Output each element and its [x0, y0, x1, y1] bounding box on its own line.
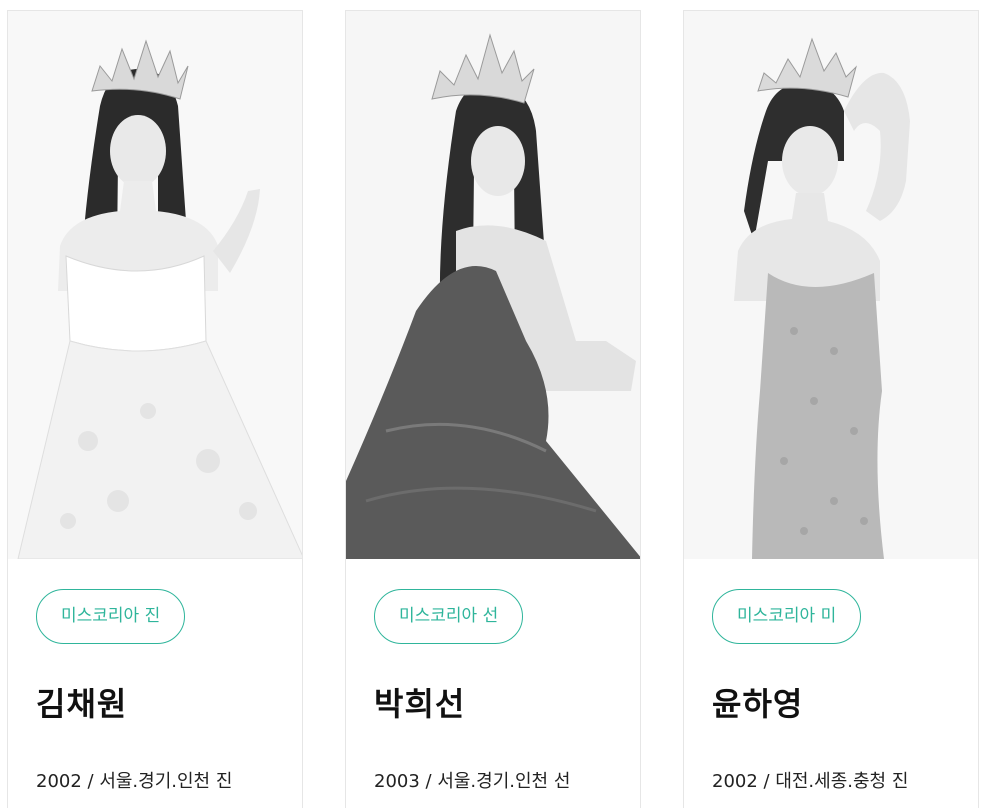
portrait-image: [684, 11, 978, 559]
contestant-info: 2002 / 대전.세종.충청 진: [712, 771, 909, 792]
winners-grid: 미스코리아 진 김채원 2002 / 서울.경기.인천 진 미스코리아 선 박희…: [0, 0, 992, 808]
contestant-name: 윤하영: [712, 685, 804, 723]
contestant-photo[interactable]: [684, 11, 978, 559]
portrait-image: [346, 11, 640, 559]
contestant-name: 박희선: [374, 685, 466, 723]
title-badge: 미스코리아 선: [374, 589, 524, 644]
contestant-info: 2002 / 서울.경기.인천 진: [36, 771, 233, 792]
portrait-image: [8, 11, 302, 559]
contestant-name: 김채원: [36, 685, 128, 723]
contestant-card[interactable]: 미스코리아 진 김채원 2002 / 서울.경기.인천 진: [7, 10, 303, 808]
contestant-photo[interactable]: [8, 11, 302, 559]
contestant-card[interactable]: 미스코리아 선 박희선 2003 / 서울.경기.인천 선: [345, 10, 641, 808]
title-badge: 미스코리아 진: [36, 589, 186, 644]
contestant-card[interactable]: 미스코리아 미 윤하영 2002 / 대전.세종.충청 진: [683, 10, 979, 808]
title-badge: 미스코리아 미: [712, 589, 862, 644]
contestant-info: 2003 / 서울.경기.인천 선: [374, 771, 571, 792]
contestant-photo[interactable]: [346, 11, 640, 559]
